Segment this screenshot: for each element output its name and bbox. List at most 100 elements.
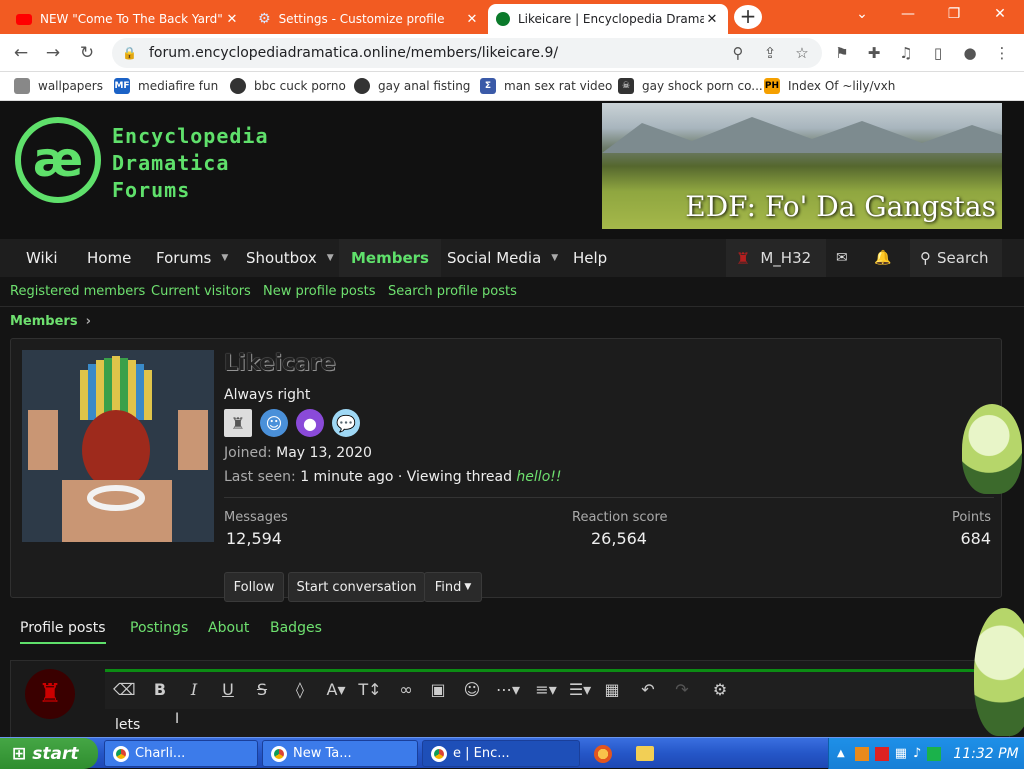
clock[interactable]: 11:32 PM: [953, 746, 1018, 762]
nav-members[interactable]: Members: [339, 239, 441, 277]
new-tab-button[interactable]: +: [734, 5, 762, 29]
bookmark-item[interactable]: gay anal fisting: [354, 78, 470, 94]
inbox-icon[interactable]: ✉: [836, 239, 848, 277]
zoom-icon[interactable]: ⚲: [728, 44, 748, 62]
castle-badge-icon[interactable]: ♜: [224, 409, 252, 437]
chat-bubble-badge-icon[interactable]: 💬: [332, 409, 360, 437]
subnav-registered-members[interactable]: Registered members: [10, 284, 145, 299]
align-icon[interactable]: ≡▾: [531, 680, 561, 699]
url-input[interactable]: 🔒 forum.encyclopediadramatica.online/mem…: [112, 38, 822, 68]
smurf-badge-icon[interactable]: ☺: [260, 409, 288, 437]
bookmark-item[interactable]: bbc cuck porno: [230, 78, 346, 94]
subnav-new-profile-posts[interactable]: New profile posts: [263, 284, 376, 299]
volume-icon[interactable]: ♪: [913, 746, 921, 761]
eraser-icon[interactable]: ⌫: [113, 680, 136, 699]
taskbar-item[interactable]: New Ta...: [262, 740, 418, 767]
font-family-icon[interactable]: A▾: [321, 680, 351, 699]
caret-down-icon[interactable]: ▼: [327, 253, 334, 263]
close-icon[interactable]: ✕: [704, 12, 720, 27]
bookmark-item[interactable]: wallpapers: [14, 78, 103, 94]
user-menu[interactable]: ♜ M_H32: [726, 239, 826, 277]
reload-icon[interactable]: ↻: [76, 43, 98, 63]
close-icon[interactable]: ✕: [224, 12, 240, 27]
tab-badges[interactable]: Badges: [270, 620, 322, 636]
menu-icon[interactable]: ⋮: [992, 44, 1012, 62]
puzzle-icon[interactable]: ✚: [864, 44, 884, 62]
firefox-icon[interactable]: [594, 745, 612, 763]
crystal-ball-badge-icon[interactable]: ●: [296, 409, 324, 437]
close-icon[interactable]: ✕: [464, 12, 480, 27]
star-icon[interactable]: ☆: [792, 44, 812, 62]
folder-icon[interactable]: [636, 746, 654, 761]
image-icon[interactable]: ▣: [427, 680, 449, 699]
bookmark-item[interactable]: ☠ gay shock porn co...: [618, 78, 763, 94]
find-button[interactable]: Find ▼: [424, 572, 482, 602]
ed-logo-icon[interactable]: æ: [14, 116, 102, 204]
restore-icon[interactable]: ❐: [934, 6, 974, 22]
taskbar-item[interactable]: Charli...: [104, 740, 258, 767]
subnav-current-visitors[interactable]: Current visitors: [151, 284, 251, 299]
nav-social-media[interactable]: Social Media ▼: [435, 239, 570, 277]
tab-postings[interactable]: Postings: [130, 620, 188, 636]
list-icon[interactable]: ☰▾: [565, 680, 595, 699]
tab-search-chevron-icon[interactable]: ⌄: [842, 6, 882, 22]
link-icon[interactable]: ∞: [395, 680, 417, 699]
bookmark-item[interactable]: PH Index Of ~lily/vxh: [764, 78, 895, 94]
chevron-up-icon[interactable]: ▲: [837, 748, 845, 759]
undo-icon[interactable]: ↶: [637, 680, 659, 699]
tray-app-icon[interactable]: [854, 746, 869, 761]
bell-icon[interactable]: 🔔: [874, 239, 891, 277]
more-options-icon[interactable]: ⋯▾: [493, 680, 523, 699]
extension-flag-icon[interactable]: ⚑: [832, 44, 852, 62]
emoji-icon[interactable]: ☺: [461, 680, 483, 699]
redo-icon[interactable]: ↷: [671, 680, 693, 699]
taskbar-item-active[interactable]: e | Enc...: [422, 740, 580, 767]
subnav-search-profile-posts[interactable]: Search profile posts: [388, 284, 517, 299]
caret-down-icon[interactable]: ▼: [551, 253, 558, 263]
minimize-icon[interactable]: —: [888, 6, 928, 22]
stat-messages-value[interactable]: 12,594: [226, 529, 282, 548]
forward-arrow-icon[interactable]: →: [42, 43, 64, 63]
bookmark-item[interactable]: MF mediafire fun: [114, 78, 218, 94]
nav-home[interactable]: Home: [75, 239, 143, 277]
sidepanel-icon[interactable]: ▯: [928, 44, 948, 62]
nav-help[interactable]: Help: [561, 239, 619, 277]
italic-icon[interactable]: I: [183, 680, 205, 699]
caret-down-icon[interactable]: ▼: [221, 253, 228, 263]
browser-tab-likeicare[interactable]: Likeicare | Encyclopedia Dramatica ✕: [488, 4, 728, 34]
tray-shield-icon[interactable]: [874, 746, 889, 761]
stat-reaction-value[interactable]: 26,564: [591, 529, 647, 548]
search-button[interactable]: ⚲ Search: [910, 239, 1002, 277]
share-icon[interactable]: ⇪: [760, 44, 780, 62]
profile-icon[interactable]: ●: [960, 44, 980, 62]
tab-about[interactable]: About: [208, 620, 249, 636]
tray-misc-icon[interactable]: [927, 746, 942, 761]
stat-points-value[interactable]: 684: [960, 529, 991, 548]
font-size-icon[interactable]: T↕: [355, 680, 385, 699]
nav-wiki[interactable]: Wiki: [14, 239, 70, 277]
close-window-icon[interactable]: ✕: [980, 6, 1020, 22]
settings-gear-icon[interactable]: ⚙: [709, 680, 731, 699]
network-icon[interactable]: ▦: [895, 746, 907, 761]
site-logo-text[interactable]: Encyclopedia Dramatica Forums: [112, 123, 269, 204]
bookmark-item[interactable]: Σman sex rat video: [480, 78, 612, 94]
start-button[interactable]: ⊞ start: [0, 738, 98, 769]
start-conversation-button[interactable]: Start conversation: [288, 572, 425, 602]
nav-shoutbox[interactable]: Shoutbox ▼: [234, 239, 346, 277]
thread-link[interactable]: hello!!: [516, 469, 561, 485]
browser-tab-youtube[interactable]: NEW "Come To The Back Yard" ✕: [8, 4, 248, 34]
color-drop-icon[interactable]: ◊: [289, 680, 311, 699]
table-icon[interactable]: ▦: [601, 680, 623, 699]
media-icon[interactable]: ♫: [896, 44, 916, 62]
follow-button[interactable]: Follow: [224, 572, 284, 602]
underline-icon[interactable]: U: [217, 680, 239, 699]
browser-tab-settings[interactable]: ⚙ Settings - Customize profile ✕: [250, 4, 488, 34]
breadcrumb[interactable]: Members ›: [10, 314, 91, 329]
back-arrow-icon[interactable]: ←: [10, 43, 32, 63]
tab-profile-posts[interactable]: Profile posts: [20, 620, 106, 644]
avatar[interactable]: [22, 350, 214, 542]
strikethrough-icon[interactable]: S: [251, 680, 273, 699]
editor-input[interactable]: lets: [115, 717, 140, 733]
bold-icon[interactable]: B: [149, 680, 171, 699]
nav-forums[interactable]: Forums ▼: [144, 239, 240, 277]
